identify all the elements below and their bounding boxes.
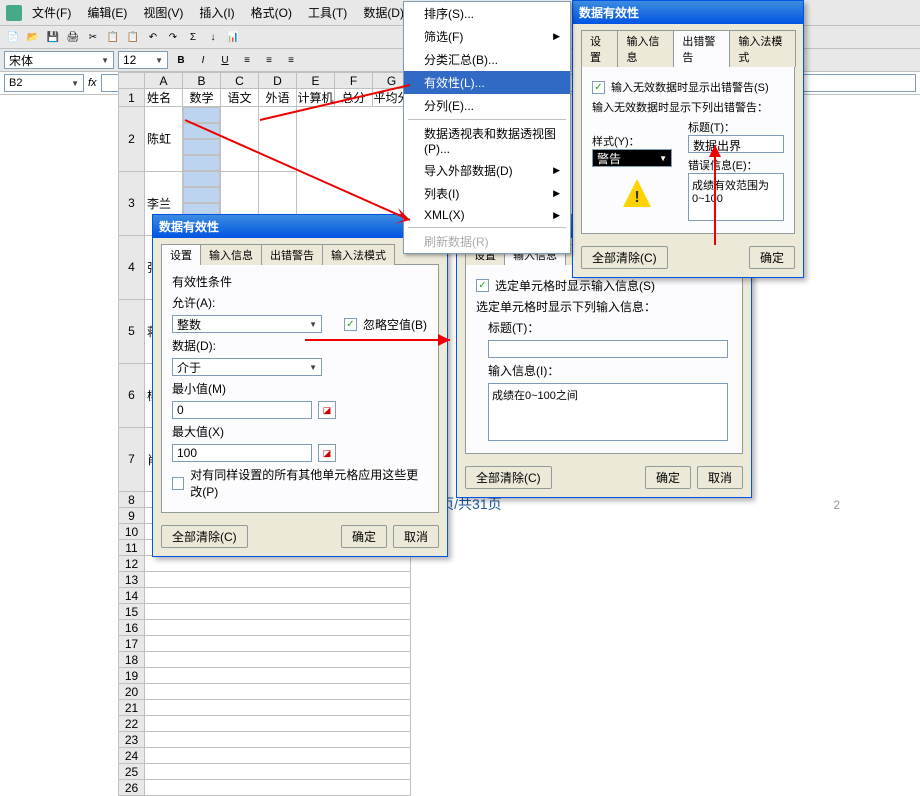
tab-ime[interactable]: 输入法模式: [729, 30, 796, 67]
undo-icon[interactable]: ↶: [144, 28, 162, 46]
menu-text-to-columns[interactable]: 分列(E)...: [404, 94, 570, 117]
page-number: 2: [833, 498, 840, 512]
clear-all-button[interactable]: 全部清除(C): [581, 246, 668, 269]
align-right-icon[interactable]: ≡: [282, 51, 300, 69]
col-B[interactable]: B: [183, 73, 221, 89]
menu-pivot[interactable]: 数据透视表和数据透视图(P)...: [404, 122, 570, 159]
cell-A1[interactable]: 姓名: [145, 89, 183, 107]
dialog-title: 数据有效性: [159, 218, 219, 235]
bold-icon[interactable]: B: [172, 51, 190, 69]
row-1[interactable]: 1: [119, 89, 145, 107]
app-icon: [6, 5, 22, 21]
font-select[interactable]: 宋体▼: [4, 51, 114, 69]
col-C[interactable]: C: [221, 73, 259, 89]
menu-format[interactable]: 格式(O): [245, 2, 298, 23]
col-D[interactable]: D: [259, 73, 297, 89]
menu-sort[interactable]: 排序(S)...: [404, 2, 570, 25]
underline-icon[interactable]: U: [216, 51, 234, 69]
max-input[interactable]: 100: [172, 444, 312, 462]
menu-subtotal[interactable]: 分类汇总(B)...: [404, 48, 570, 71]
ignore-blank-checkbox[interactable]: ✓: [344, 318, 357, 331]
data-select[interactable]: 介于▼: [172, 358, 322, 376]
menu-list[interactable]: 列表(I)▶: [404, 182, 570, 205]
copy-icon[interactable]: 📋: [104, 28, 122, 46]
cancel-button[interactable]: 取消: [697, 466, 743, 489]
show-error-checkbox[interactable]: ✓: [592, 81, 605, 94]
cut-icon[interactable]: ✂: [84, 28, 102, 46]
tab-settings[interactable]: 设置: [161, 244, 201, 265]
menu-file[interactable]: 文件(F): [26, 2, 77, 23]
print-icon[interactable]: 🖨: [64, 28, 82, 46]
align-center-icon[interactable]: ≡: [260, 51, 278, 69]
tab-ime[interactable]: 输入法模式: [322, 244, 395, 265]
show-input-checkbox[interactable]: ✓: [476, 279, 489, 292]
clear-all-button[interactable]: 全部清除(C): [465, 466, 552, 489]
tab-input-msg[interactable]: 输入信息: [617, 30, 674, 67]
warning-icon: !: [623, 179, 651, 207]
fx-icon[interactable]: fx: [88, 77, 97, 89]
cell-C1[interactable]: 语文: [221, 89, 259, 107]
chart-icon[interactable]: 📊: [224, 28, 242, 46]
clear-all-button[interactable]: 全部清除(C): [161, 525, 248, 548]
col-E[interactable]: E: [297, 73, 335, 89]
dialog-validation-error: 数据有效性 设置 输入信息 出错警告 输入法模式 ✓输入无效数据时显示出错警告(…: [572, 0, 804, 278]
sum-icon[interactable]: Σ: [184, 28, 202, 46]
redo-icon[interactable]: ↷: [164, 28, 182, 46]
menu-filter[interactable]: 筛选(F)▶: [404, 25, 570, 48]
ok-button[interactable]: 确定: [341, 525, 387, 548]
error-title-input[interactable]: 数据出界: [688, 135, 784, 153]
menu-insert[interactable]: 插入(I): [193, 2, 240, 23]
new-icon[interactable]: 📄: [4, 28, 22, 46]
dialog-validation-settings: 数据有效性 ✕ 设置 输入信息 出错警告 输入法模式 有效性条件 允许(A): …: [152, 214, 448, 557]
ok-button[interactable]: 确定: [749, 246, 795, 269]
menu-view[interactable]: 视图(V): [137, 2, 189, 23]
cell-B1[interactable]: 数学: [183, 89, 221, 107]
save-icon[interactable]: 💾: [44, 28, 62, 46]
sort-icon[interactable]: ↓: [204, 28, 222, 46]
tab-settings[interactable]: 设置: [581, 30, 618, 67]
style-select[interactable]: 警告▼: [592, 149, 672, 167]
criteria-label: 有效性条件: [172, 273, 428, 290]
align-left-icon[interactable]: ≡: [238, 51, 256, 69]
menu-xml[interactable]: XML(X)▶: [404, 205, 570, 225]
ok-button[interactable]: 确定: [645, 466, 691, 489]
col-F[interactable]: F: [335, 73, 373, 89]
menu-tools[interactable]: 工具(T): [302, 2, 353, 23]
menu-edit[interactable]: 编辑(E): [81, 2, 133, 23]
title-input[interactable]: [488, 340, 728, 358]
cell-D1[interactable]: 外语: [259, 89, 297, 107]
allow-select[interactable]: 整数▼: [172, 315, 322, 333]
tab-error-alert[interactable]: 出错警告: [673, 30, 730, 67]
ref-button[interactable]: ◪: [318, 444, 336, 462]
message-textarea[interactable]: 成绩在0~100之间: [488, 383, 728, 441]
menu-validation[interactable]: 有效性(L)...: [404, 71, 570, 94]
apply-all-checkbox[interactable]: [172, 477, 184, 490]
dialog-title: 数据有效性: [579, 4, 639, 21]
min-input[interactable]: 0: [172, 401, 312, 419]
tab-error-alert[interactable]: 出错警告: [261, 244, 323, 265]
cell-E1[interactable]: 计算机: [297, 89, 335, 107]
tab-input-msg[interactable]: 输入信息: [200, 244, 262, 265]
data-menu-dropdown: 排序(S)... 筛选(F)▶ 分类汇总(B)... 有效性(L)... 分列(…: [403, 1, 571, 254]
ref-button[interactable]: ◪: [318, 401, 336, 419]
italic-icon[interactable]: I: [194, 51, 212, 69]
cell-F1[interactable]: 总分: [335, 89, 373, 107]
cancel-button[interactable]: 取消: [393, 525, 439, 548]
titlebar[interactable]: 数据有效性: [573, 1, 803, 24]
paste-icon[interactable]: 📋: [124, 28, 142, 46]
open-icon[interactable]: 📂: [24, 28, 42, 46]
menu-refresh: 刷新数据(R): [404, 230, 570, 253]
col-A[interactable]: A: [145, 73, 183, 89]
menu-import[interactable]: 导入外部数据(D)▶: [404, 159, 570, 182]
size-select[interactable]: 12▼: [118, 51, 168, 69]
name-box[interactable]: B2▼: [4, 74, 84, 92]
error-msg-textarea[interactable]: 成绩有效范围为0~100: [688, 173, 784, 221]
